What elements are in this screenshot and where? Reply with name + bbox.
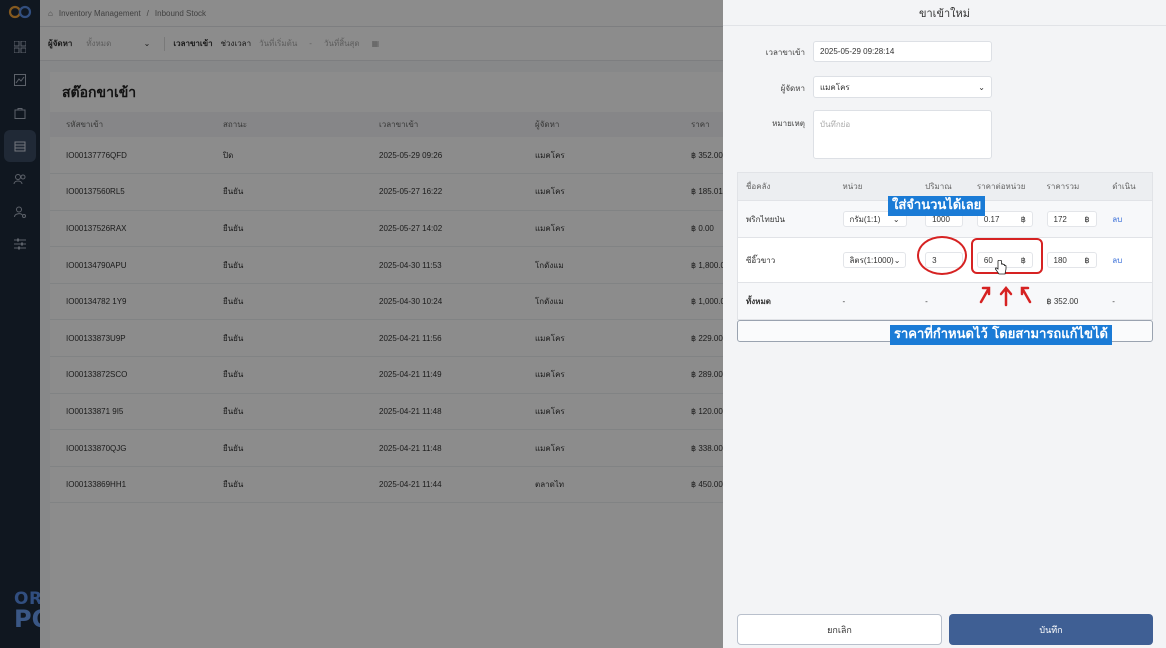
column-header: ราคารวม — [1046, 182, 1080, 191]
currency-symbol: ฿ — [1020, 214, 1026, 224]
time-label: เวลาขาเข้า — [765, 48, 805, 57]
chevron-down-icon: ⌄ — [893, 255, 901, 265]
total-value: 180 — [1053, 255, 1067, 265]
currency-symbol: ฿ — [1084, 214, 1090, 224]
total-qty: - — [925, 296, 928, 306]
new-inbound-drawer: ขาเข้าใหม่ เวลาขาเข้า 2025-05-29 09:28:1… — [723, 0, 1166, 648]
total-label: ทั้งหมด — [746, 296, 771, 306]
drawer-title: ขาเข้าใหม่ — [723, 0, 1166, 26]
hand-cursor-icon — [995, 260, 1007, 275]
column-header: หน่วย — [842, 182, 863, 191]
note-placeholder: บันทึกย่อ — [820, 120, 851, 129]
supplier-value: แมคโคร — [820, 82, 850, 92]
column-header: ดำเนิน — [1112, 182, 1136, 191]
item-total-cell: 180 ฿ — [1039, 252, 1105, 268]
column-header: ชื่อคลัง — [746, 182, 771, 191]
item-unit-cell: ลิตร(1:1000) ⌄ — [835, 252, 918, 268]
unit-select[interactable]: ลิตร(1:1000) ⌄ — [842, 252, 906, 268]
column-header: ราคาต่อหน่วย — [976, 182, 1026, 191]
price-hint-callout: ราคาที่กำหนดไว้ โดยสามารถแก้ไขได้ — [890, 325, 1112, 345]
total-unit: - — [842, 296, 846, 306]
unit-value: ลิตร(1:1000) — [849, 255, 894, 265]
currency-symbol: ฿ — [1084, 255, 1090, 265]
save-button[interactable]: บันทึก — [949, 614, 1153, 645]
qty-hint-callout: ใส่จำนวนได้เลย — [888, 196, 986, 216]
supplier-select[interactable]: แมคโคร ⌄ — [813, 76, 992, 98]
item-total-cell: 172 ฿ — [1039, 211, 1105, 227]
delete-item-button[interactable]: ลบ — [1104, 213, 1152, 226]
total-action: - — [1112, 296, 1115, 306]
grand-total: ฿ 352.00 — [1046, 296, 1079, 306]
note-field[interactable]: บันทึกย่อ — [813, 110, 992, 159]
total-row: ทั้งหมด - - ฿ 352.00 - — [737, 283, 1153, 320]
item-name: พริกไทยป่น — [746, 214, 785, 224]
modal-backdrop[interactable] — [0, 0, 723, 648]
price-highlight-box — [971, 238, 1043, 274]
unit-value: กรัม(1:1) — [849, 214, 881, 224]
total-price-input[interactable]: 172 ฿ — [1046, 211, 1097, 227]
time-value: 2025-05-29 09:28:14 — [820, 47, 895, 56]
cancel-button[interactable]: ยกเลิก — [737, 614, 942, 645]
total-value: 172 — [1053, 214, 1067, 224]
delete-item-button[interactable]: ลบ — [1104, 254, 1152, 267]
time-field[interactable]: 2025-05-29 09:28:14 — [813, 41, 992, 62]
column-header: ปริมาณ — [925, 182, 952, 191]
qty-highlight-ring — [917, 236, 967, 275]
note-label: หมายเหตุ — [772, 119, 805, 128]
total-price-input[interactable]: 180 ฿ — [1046, 252, 1097, 268]
item-name: ซีอิ๊วขาว — [746, 255, 776, 265]
arrow-icons — [979, 286, 1032, 307]
supplier-label: ผู้จัดหา — [780, 84, 805, 93]
chevron-down-icon: ⌄ — [978, 82, 985, 92]
unit-price-value: 0.17 — [983, 214, 1000, 224]
